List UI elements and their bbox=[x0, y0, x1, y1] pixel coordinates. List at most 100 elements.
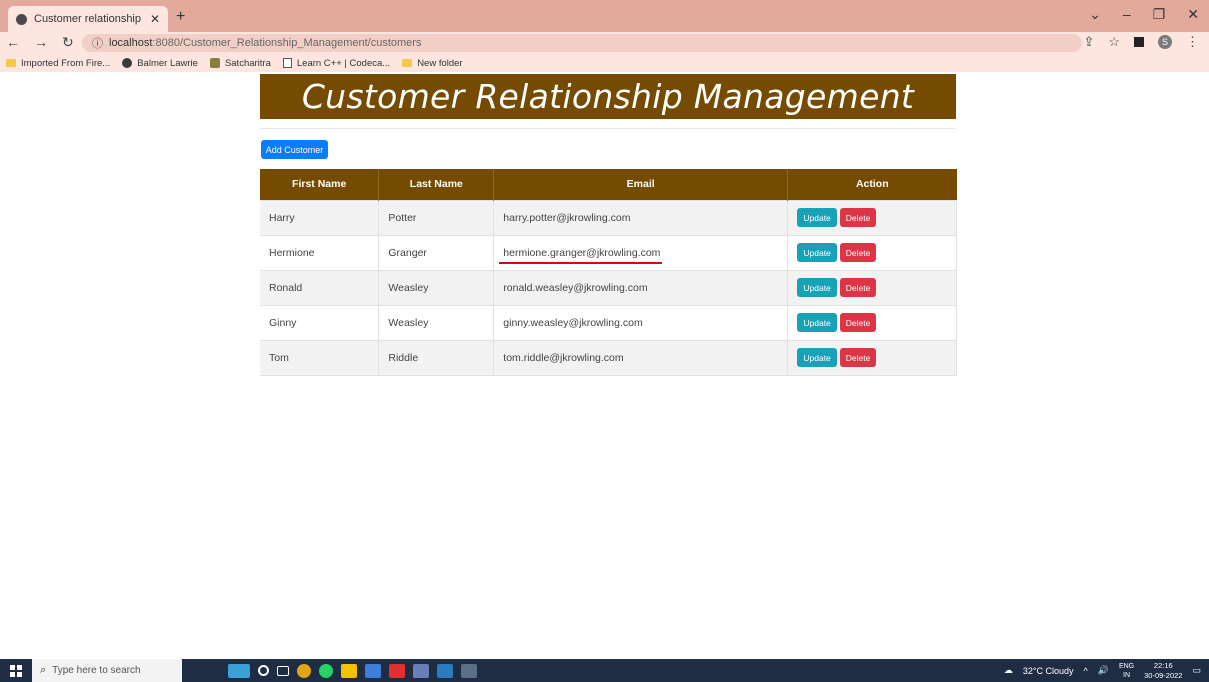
browser-tab-bar: Customer relationship managem ✕ + ⌄ – ❐ … bbox=[0, 0, 1209, 32]
column-header-first-name: First Name bbox=[260, 169, 380, 200]
sidebar-icon[interactable] bbox=[1134, 37, 1144, 47]
chrome-icon[interactable] bbox=[297, 663, 311, 678]
restore-icon[interactable]: ❐ bbox=[1153, 6, 1166, 23]
table-row: Hermione Granger hermione.granger@jkrowl… bbox=[260, 234, 957, 270]
forward-icon[interactable]: → bbox=[34, 34, 48, 51]
nav-buttons: ← → ↻ bbox=[6, 34, 74, 51]
minimize-icon[interactable]: – bbox=[1123, 6, 1131, 23]
column-header-email: Email bbox=[493, 169, 789, 200]
bookmark-item[interactable]: Balmer Lawrie bbox=[122, 58, 198, 69]
update-button[interactable]: Update bbox=[797, 243, 838, 262]
whatsapp-icon[interactable] bbox=[319, 663, 333, 678]
url-host: localhost bbox=[109, 37, 153, 49]
action-cell: Update Delete bbox=[787, 339, 957, 376]
table-row: Tom Riddle tom.riddle@jkrowling.com Upda… bbox=[260, 339, 957, 376]
cortana-icon[interactable] bbox=[258, 665, 269, 676]
delete-button[interactable]: Delete bbox=[840, 278, 877, 297]
email-cell: harry.potter@jkrowling.com bbox=[493, 199, 789, 235]
bookmark-item[interactable]: Satcharitra bbox=[209, 58, 271, 69]
first-name-cell: Hermione bbox=[260, 234, 380, 270]
tab-search-icon[interactable]: ⌄ bbox=[1089, 6, 1101, 23]
url-field[interactable]: ⓘ localhost:8080/Customer_Relationship_M… bbox=[82, 34, 1082, 52]
search-placeholder: Type here to search bbox=[52, 665, 141, 676]
weather-text[interactable]: 32°C Cloudy bbox=[1023, 666, 1074, 676]
close-window-icon[interactable]: ✕ bbox=[1187, 6, 1199, 23]
site-info-icon[interactable]: ⓘ bbox=[92, 35, 103, 51]
bookmark-item[interactable]: Imported From Fire... bbox=[6, 58, 110, 69]
update-button[interactable]: Update bbox=[797, 348, 838, 367]
action-cell: Update Delete bbox=[787, 199, 957, 235]
update-button[interactable]: Update bbox=[797, 278, 838, 297]
page-title: Customer Relationship Management bbox=[301, 77, 915, 116]
email-cell: ginny.weasley@jkrowling.com bbox=[493, 304, 789, 340]
address-bar-row: ← → ↻ ⓘ localhost:8080/Customer_Relation… bbox=[0, 32, 1209, 54]
bookmark-item[interactable]: Learn C++ | Codeca... bbox=[282, 58, 390, 69]
first-name-cell: Ronald bbox=[260, 269, 380, 305]
windows-logo-icon bbox=[10, 664, 22, 677]
last-name-cell: Potter bbox=[378, 199, 495, 235]
clock[interactable]: 22:16 30-09-2022 bbox=[1144, 661, 1182, 681]
document-icon bbox=[282, 58, 292, 68]
last-name-cell: Granger bbox=[378, 234, 495, 270]
taskbar-search[interactable]: ⌕ Type here to search bbox=[32, 659, 182, 682]
delete-button[interactable]: Delete bbox=[840, 313, 877, 332]
browser-tab[interactable]: Customer relationship managem ✕ bbox=[8, 6, 168, 32]
task-view-icon[interactable] bbox=[277, 665, 289, 676]
bookmarks-bar: Imported From Fire... Balmer Lawrie Satc… bbox=[0, 54, 1209, 72]
tray-chevron-icon[interactable]: ^ bbox=[1083, 666, 1087, 676]
first-name-cell: Ginny bbox=[260, 304, 380, 340]
table-header-row: First Name Last Name Email Action bbox=[260, 169, 957, 200]
profile-avatar[interactable]: S bbox=[1158, 35, 1172, 49]
speaker-icon[interactable]: 🔊 bbox=[1098, 665, 1109, 676]
table-row: Ronald Weasley ronald.weasley@jkrowling.… bbox=[260, 269, 957, 305]
start-button[interactable] bbox=[0, 659, 32, 682]
tab-title: Customer relationship managem bbox=[34, 13, 144, 25]
share-icon[interactable]: ⇪ bbox=[1083, 34, 1094, 50]
delete-button[interactable]: Delete bbox=[840, 243, 877, 262]
system-tray: ☁ 32°C Cloudy ^ 🔊 ENG IN 22:16 30-09-202… bbox=[1004, 659, 1201, 682]
highlighted-email: hermione.granger@jkrowling.com bbox=[499, 246, 663, 264]
column-header-action: Action bbox=[787, 169, 957, 200]
reload-icon[interactable]: ↻ bbox=[62, 34, 74, 51]
update-button[interactable]: Update bbox=[797, 208, 838, 227]
delete-button[interactable]: Delete bbox=[840, 208, 877, 227]
action-cell: Update Delete bbox=[787, 304, 957, 340]
email-cell: tom.riddle@jkrowling.com bbox=[493, 339, 789, 376]
chrome-active-icon[interactable] bbox=[461, 663, 477, 678]
email-cell: hermione.granger@jkrowling.com bbox=[493, 234, 789, 270]
update-button[interactable]: Update bbox=[797, 313, 838, 332]
mail-icon[interactable] bbox=[413, 663, 429, 678]
folder-icon bbox=[6, 59, 16, 67]
menu-icon[interactable]: ⋮ bbox=[1186, 34, 1199, 50]
close-tab-icon[interactable]: ✕ bbox=[150, 12, 160, 26]
language-indicator[interactable]: ENG IN bbox=[1119, 662, 1134, 680]
file-explorer-icon[interactable] bbox=[365, 663, 381, 678]
bookmark-star-icon[interactable]: ☆ bbox=[1108, 34, 1120, 50]
customer-table: First Name Last Name Email Action Harry … bbox=[260, 169, 957, 376]
sticky-notes-icon[interactable] bbox=[341, 663, 357, 678]
weather-icon[interactable]: ☁ bbox=[1004, 665, 1013, 676]
email-cell: ronald.weasley@jkrowling.com bbox=[493, 269, 789, 305]
action-cell: Update Delete bbox=[787, 269, 957, 305]
first-name-cell: Tom bbox=[260, 339, 380, 376]
page-header-banner: Customer Relationship Management bbox=[260, 74, 956, 119]
pdf-reader-icon[interactable] bbox=[389, 663, 405, 678]
url-path: :8080/Customer_Relationship_Management/c… bbox=[152, 37, 422, 49]
news-widget-icon[interactable] bbox=[228, 663, 250, 678]
satcharitra-icon bbox=[209, 58, 220, 68]
add-customer-button[interactable]: Add Customer bbox=[261, 140, 328, 159]
search-icon: ⌕ bbox=[40, 664, 47, 676]
window-controls: ⌄ – ❐ ✕ bbox=[1089, 6, 1199, 23]
toolbar-right: ⇪ ☆ S ⋮ bbox=[1083, 34, 1199, 50]
delete-button[interactable]: Delete bbox=[840, 348, 877, 367]
back-icon[interactable]: ← bbox=[6, 34, 20, 51]
vscode-icon[interactable] bbox=[437, 663, 453, 678]
new-tab-button[interactable]: + bbox=[176, 8, 185, 26]
first-name-cell: Harry bbox=[260, 199, 380, 235]
header-divider bbox=[260, 128, 956, 129]
folder-icon bbox=[402, 59, 413, 67]
last-name-cell: Weasley bbox=[378, 269, 495, 305]
bookmark-item[interactable]: New folder bbox=[402, 58, 463, 69]
notification-icon[interactable]: ▭ bbox=[1192, 665, 1201, 676]
last-name-cell: Riddle bbox=[378, 339, 495, 376]
